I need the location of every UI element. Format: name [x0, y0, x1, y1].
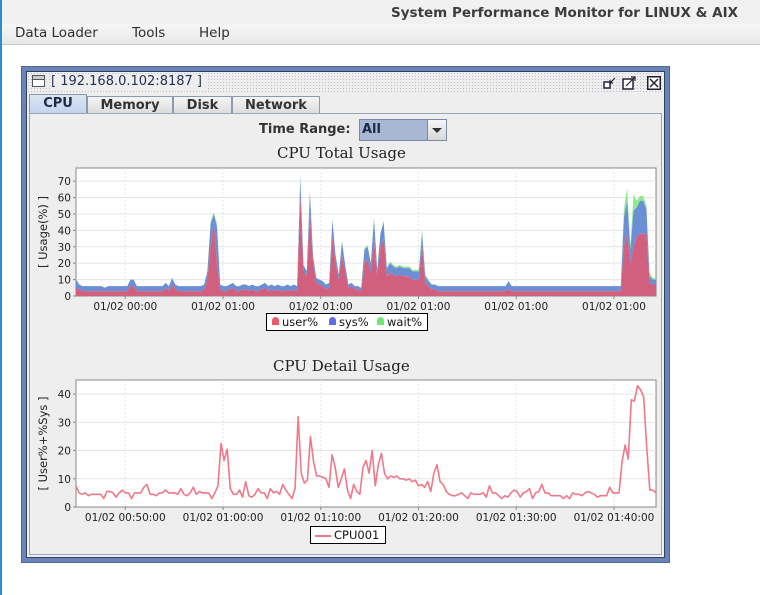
restore-icon[interactable]	[603, 75, 617, 89]
app-titlebar: System Performance Monitor for LINUX & A…	[2, 0, 760, 24]
window-title: [ 192.168.0.102:8187 ]	[51, 74, 206, 89]
tab-cpu[interactable]: CPU	[29, 94, 87, 113]
menu-bar: Data Loader Tools Help	[2, 24, 760, 45]
x-tick-label: 01/02 01:40:00	[574, 512, 655, 524]
internal-window-titlebar[interactable]: [ 192.168.0.102:8187 ]	[27, 72, 664, 92]
y-tick-label: 30	[58, 242, 71, 254]
x-tick-label: 01/02 01:30:00	[476, 512, 557, 524]
time-range-label: Time Range:	[259, 122, 351, 137]
internal-window: [ 192.168.0.102:8187 ] CPU Memory Disk N…	[21, 66, 670, 563]
y-tick-label: 10	[58, 275, 71, 287]
menu-data-loader[interactable]: Data Loader	[15, 25, 98, 41]
maximize-icon[interactable]	[622, 75, 636, 90]
menu-tools[interactable]: Tools	[132, 25, 165, 41]
x-tick-label: 01/02 01:00	[387, 301, 451, 313]
total-usage-legend: user% sys% wait%	[266, 313, 428, 331]
x-tick-label: 01/02 01:20:00	[378, 512, 459, 524]
x-tick-label: 01/02 00:00	[93, 301, 157, 313]
legend-user-marker	[272, 317, 279, 325]
chevron-down-icon[interactable]	[427, 120, 446, 140]
tab-bar: CPU Memory Disk Network	[29, 94, 664, 113]
x-tick-label: 01/02 01:00	[191, 301, 255, 313]
menu-help[interactable]: Help	[199, 25, 230, 41]
cpu-total-usage-chart: 0 10 20 30 40 50 60 70 01/02 00:00 01/02 01:00 01/…	[36, 167, 657, 313]
app-title: System Performance Monitor for LINUX & A…	[391, 5, 738, 21]
tab-disk[interactable]: Disk	[173, 96, 232, 113]
y-tick-label: 60	[58, 193, 71, 205]
y-axis-label: [ Usage(%) ]	[36, 196, 50, 268]
y-tick-label: 30	[58, 417, 71, 429]
y-tick-label: 40	[58, 225, 71, 237]
legend-user-label: user%	[282, 315, 319, 329]
legend-wait-marker	[377, 317, 384, 325]
time-range-select[interactable]: All	[359, 119, 447, 141]
y-tick-label: 0	[64, 502, 71, 514]
close-icon[interactable]	[647, 75, 661, 90]
cpu-tab-panel: Time Range: All CPU Total Usage 0 10 20 30 4…	[29, 113, 662, 555]
y-tick-label: 70	[58, 176, 71, 188]
plot-area	[75, 379, 657, 508]
y-axis-label: [ User%+%Sys ]	[36, 396, 50, 490]
x-tick-label: 01/02 01:00:00	[183, 512, 264, 524]
internal-window-body: [ 192.168.0.102:8187 ] CPU Memory Disk N…	[26, 71, 665, 558]
x-tick-label: 01/02 00:50:00	[85, 512, 166, 524]
window-icon	[32, 75, 45, 87]
chart-title-detail: CPU Detail Usage	[273, 357, 410, 375]
legend-cpu001-label: CPU001	[334, 528, 380, 542]
legend-sys-label: sys%	[339, 315, 369, 329]
tab-memory[interactable]: Memory	[87, 96, 173, 113]
y-tick-label: 50	[58, 209, 71, 221]
y-tick-label: 0	[64, 291, 71, 303]
x-tick-label: 01/02 01:10:00	[280, 512, 361, 524]
x-tick-label: 01/02 01:00	[289, 301, 353, 313]
x-tick-label: 01/02 01:00	[484, 301, 548, 313]
chart-title-total: CPU Total Usage	[277, 144, 406, 162]
detail-usage-legend: CPU001	[310, 526, 386, 544]
legend-sys-marker	[329, 317, 336, 325]
y-tick-label: 20	[58, 446, 71, 458]
y-tick-label: 20	[58, 258, 71, 270]
cpu-detail-usage-chart: 0 10 20 30 40 01/02 00:50:00 01/02 01:00:00 01/…	[36, 379, 657, 524]
legend-wait-label: wait%	[387, 315, 423, 329]
x-tick-label: 01/02 01:00	[582, 301, 646, 313]
time-range-value: All	[362, 122, 381, 137]
desktop-edge	[0, 0, 2, 595]
y-tick-label: 10	[58, 474, 71, 486]
legend-cpu001-marker	[315, 535, 331, 537]
y-tick-label: 40	[58, 389, 71, 401]
tab-network[interactable]: Network	[232, 96, 320, 113]
